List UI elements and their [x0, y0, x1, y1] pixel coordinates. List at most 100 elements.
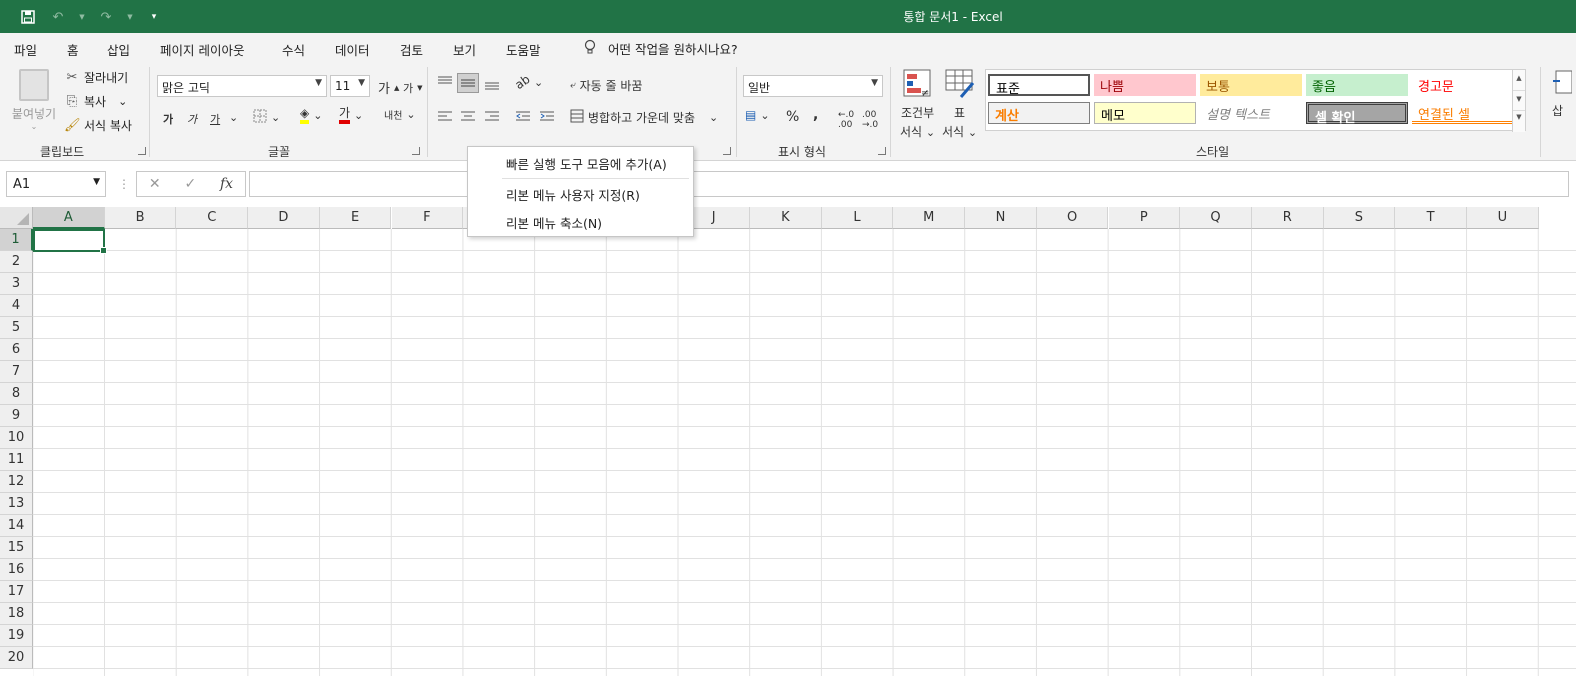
tab-formulas[interactable]: 수식	[282, 40, 305, 59]
orientation-icon[interactable]: ab ⌄	[512, 72, 543, 92]
percent-button[interactable]: %	[786, 109, 799, 125]
row-header-11[interactable]: 11	[0, 449, 33, 471]
fx-icon[interactable]: fx	[220, 176, 233, 192]
font-launcher-icon[interactable]	[412, 147, 420, 155]
tell-me-box[interactable]: 어떤 작업을 원하시나요?	[584, 39, 738, 58]
underline-dropdown-icon[interactable]: ⌄	[229, 111, 238, 124]
number-format-select[interactable]: 일반 ▼	[743, 75, 883, 97]
fill-color-button[interactable]: ◈ ⌄	[300, 107, 322, 124]
insert-cells-button[interactable]: 삽	[1552, 69, 1573, 119]
column-header-b[interactable]: B	[104, 207, 177, 229]
font-size-select[interactable]: 11 ▼	[330, 75, 370, 97]
column-header-d[interactable]: D	[248, 207, 320, 229]
column-header-e[interactable]: E	[319, 207, 392, 229]
row-header-5[interactable]: 5	[0, 317, 33, 339]
row-header-14[interactable]: 14	[0, 515, 33, 537]
copy-button[interactable]: ⎘ 복사 ⌄	[64, 93, 128, 110]
column-header-a[interactable]: A	[33, 207, 105, 229]
formula-input[interactable]	[249, 171, 1569, 197]
menu-item-customize-ribbon[interactable]: 리본 메뉴 사용자 지정(R)	[506, 185, 640, 204]
column-header-k[interactable]: K	[750, 207, 822, 229]
paste-button[interactable]: 붙여넣기 ⌄	[8, 69, 60, 131]
column-header-s[interactable]: S	[1323, 207, 1396, 229]
enter-icon[interactable]: ✓	[184, 176, 196, 192]
row-header-12[interactable]: 12	[0, 471, 33, 493]
menu-item-add-to-qat[interactable]: 빠른 실행 도구 모음에 추가(A)	[506, 154, 667, 173]
copy-dropdown-icon[interactable]: ⌄	[118, 95, 127, 108]
merge-center-button[interactable]: 병합하고 가운데 맞춤 ⌄	[570, 109, 718, 126]
cell-style-neutral[interactable]: 보통	[1200, 74, 1302, 96]
column-header-n[interactable]: N	[965, 207, 1037, 229]
column-header-c[interactable]: C	[176, 207, 249, 229]
tab-home[interactable]: 홈	[65, 40, 80, 65]
italic-button[interactable]: 가	[187, 111, 197, 127]
cell-style-explanatory[interactable]: 설명 텍스트	[1200, 102, 1302, 124]
splitter-icon[interactable]: ⋮	[118, 177, 130, 191]
align-left-icon[interactable]	[437, 109, 453, 123]
column-header-r[interactable]: R	[1251, 207, 1324, 229]
tab-file[interactable]: 파일	[14, 40, 37, 59]
cell-style-check-cell[interactable]: 셀 확인	[1306, 102, 1408, 126]
gallery-scroll[interactable]: ▲ ▼ ▼	[1512, 70, 1525, 132]
row-header-2[interactable]: 2	[0, 251, 33, 273]
wrap-text-button[interactable]: ⤶ 자동 줄 바꿈	[570, 77, 642, 94]
align-right-icon[interactable]	[484, 109, 500, 123]
tab-page-layout[interactable]: 페이지 레이아웃	[160, 40, 244, 59]
phonetic-button[interactable]: 내천 ⌄	[384, 107, 416, 122]
cell-style-bad[interactable]: 나쁨	[1094, 74, 1196, 96]
increase-indent-icon[interactable]	[539, 109, 555, 123]
cell-style-note[interactable]: 메모	[1094, 102, 1196, 124]
format-as-table-button[interactable]: 표 서식 ⌄	[942, 69, 977, 140]
shrink-font-button[interactable]: 가 ▼	[403, 80, 423, 96]
cell-style-normal[interactable]: 표준	[988, 74, 1090, 97]
cell-style-warning[interactable]: 경고문	[1412, 74, 1514, 96]
menu-item-collapse-ribbon[interactable]: 리본 메뉴 축소(N)	[506, 213, 602, 232]
tab-data[interactable]: 데이터	[335, 40, 370, 59]
clipboard-launcher-icon[interactable]	[138, 147, 146, 155]
row-header-7[interactable]: 7	[0, 361, 33, 383]
format-painter-button[interactable]: 🖌 서식 복사	[64, 117, 132, 134]
row-header-4[interactable]: 4	[0, 295, 33, 317]
column-header-p[interactable]: P	[1108, 207, 1181, 229]
decrease-decimal-icon[interactable]: .00 →.0	[862, 110, 878, 130]
row-header-16[interactable]: 16	[0, 559, 33, 581]
tab-insert[interactable]: 삽입	[107, 40, 130, 59]
alignment-launcher-icon[interactable]	[723, 147, 731, 155]
align-bottom-icon[interactable]	[484, 77, 500, 91]
bold-button[interactable]: 가	[163, 111, 173, 127]
column-header-m[interactable]: M	[893, 207, 966, 229]
column-header-q[interactable]: Q	[1180, 207, 1252, 229]
font-name-select[interactable]: 맑은 고딕 ▼	[157, 75, 327, 97]
conditional-formatting-button[interactable]: ≠ 조건부 서식 ⌄	[900, 69, 935, 140]
row-header-15[interactable]: 15	[0, 537, 33, 559]
align-top-icon[interactable]	[437, 75, 453, 89]
row-header-20[interactable]: 20	[0, 647, 33, 669]
increase-decimal-icon[interactable]: ←.0.00	[838, 110, 854, 130]
font-color-button[interactable]: 가 ⌄	[339, 107, 363, 124]
row-header-19[interactable]: 19	[0, 625, 33, 647]
decrease-indent-icon[interactable]	[515, 109, 531, 123]
underline-button[interactable]: 가	[210, 111, 220, 127]
active-cell[interactable]	[33, 229, 107, 254]
scroll-down-icon[interactable]: ▼	[1513, 90, 1525, 110]
accounting-format-button[interactable]: ▤ ⌄	[745, 108, 770, 122]
tab-help[interactable]: 도움말	[506, 40, 541, 59]
row-header-8[interactable]: 8	[0, 383, 33, 405]
tab-review[interactable]: 검토	[400, 40, 423, 59]
cell-area[interactable]	[33, 229, 1576, 676]
column-header-l[interactable]: L	[821, 207, 894, 229]
row-header-13[interactable]: 13	[0, 493, 33, 515]
comma-button[interactable]: ,	[813, 107, 818, 123]
align-middle-icon[interactable]	[457, 73, 479, 93]
cell-style-good[interactable]: 좋음	[1306, 74, 1408, 96]
cell-style-linked-cell[interactable]: 연결된 셀	[1412, 102, 1514, 124]
grow-font-button[interactable]: 가 ▲	[378, 78, 399, 97]
column-header-t[interactable]: T	[1395, 207, 1467, 229]
row-header-17[interactable]: 17	[0, 581, 33, 603]
gallery-more-icon[interactable]: ▼	[1513, 110, 1525, 130]
align-center-icon[interactable]	[460, 109, 476, 123]
column-header-u[interactable]: U	[1467, 207, 1539, 229]
cut-button[interactable]: ✂ 잘라내기	[64, 69, 129, 86]
row-header-6[interactable]: 6	[0, 339, 33, 361]
column-header-f[interactable]: F	[391, 207, 464, 229]
